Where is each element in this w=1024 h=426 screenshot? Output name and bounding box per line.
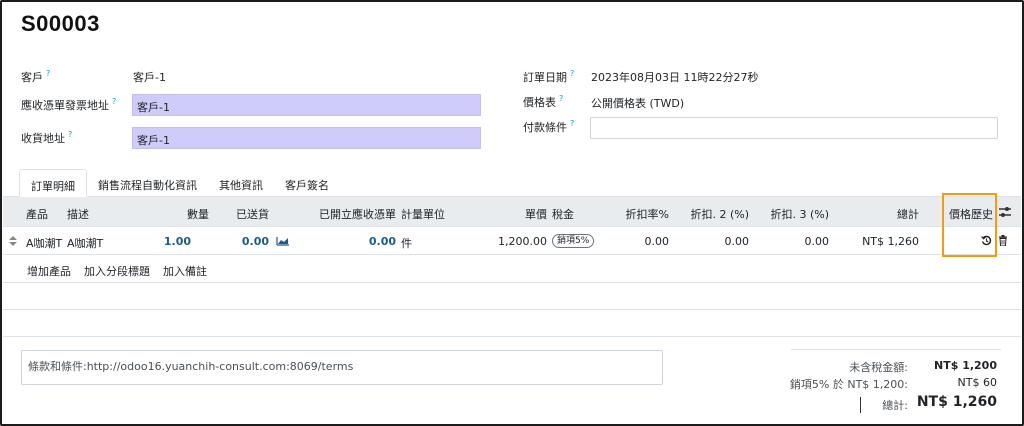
line-discount-pct[interactable]: 0.00 [603, 235, 670, 248]
annotation-highlight-box [942, 193, 997, 257]
invoice-address-field[interactable]: 客戶-1 [132, 94, 481, 116]
forecast-chart-icon[interactable] [276, 236, 290, 246]
help-icon[interactable]: ? [46, 69, 50, 78]
notebook-tabs: 訂單明細 銷售流程自動化資訊 其他資訊 客戶簽名 [19, 169, 340, 197]
payment-terms-label: 付款條件? [523, 119, 575, 134]
line-description[interactable]: A咖潮T [67, 235, 103, 251]
empty-row [3, 310, 1021, 337]
col-subtotal[interactable]: 總計 [843, 206, 919, 222]
delivery-address-label: 收貨地址? [21, 130, 73, 145]
line-quantity[interactable]: 1.00 [153, 235, 191, 248]
line-subtotal: NT$ 1,260 [862, 235, 919, 248]
invoice-address-label: 應收憑單發票地址? [21, 97, 117, 112]
delivery-address-field[interactable]: 客戶-1 [132, 127, 481, 149]
order-date-label: 訂單日期? [523, 69, 575, 84]
total-value: NT$ 1,260 [916, 394, 997, 410]
drag-handle-icon[interactable] [9, 236, 17, 246]
tab-sales-automation[interactable]: 銷售流程自動化資訊 [87, 169, 208, 197]
add-line-row: 增加產品 加入分段標題 加入備註 [3, 255, 1021, 283]
col-discount-2[interactable]: 折扣. 2 (%) [673, 206, 749, 222]
col-quantity[interactable]: 數量 [153, 206, 209, 222]
col-taxes[interactable]: 稅金 [552, 206, 574, 222]
order-title: S00003 [21, 11, 100, 36]
tab-order-lines[interactable]: 訂單明細 [19, 169, 87, 197]
tab-other-info[interactable]: 其他資訊 [208, 169, 274, 197]
line-tax[interactable]: 銷項5% [552, 233, 595, 248]
col-discount-pct[interactable]: 折扣率% [603, 206, 669, 222]
tab-customer-signature[interactable]: 客戶簽名 [274, 169, 340, 197]
payment-terms-field[interactable] [590, 117, 998, 139]
col-description[interactable]: 描述 [67, 206, 89, 222]
col-uom[interactable]: 計量單位 [401, 206, 445, 222]
table-row[interactable]: A咖潮T A咖潮T 1.00 0.00 0.00 件 1,200.00 銷項5%… [3, 227, 1021, 255]
col-discount-3[interactable]: 折扣. 3 (%) [753, 206, 829, 222]
order-lines-header: 產品 描述 數量 已送貨 已開立應收憑單 計量單位 單價 稅金 折扣率% 折扣.… [3, 197, 1021, 227]
add-product-link[interactable]: 增加產品 [27, 263, 71, 279]
line-product[interactable]: A咖潮T [26, 235, 62, 251]
pricelist-value[interactable]: 公開價格表 (TWD) [591, 95, 684, 111]
add-section-link[interactable]: 加入分段標題 [84, 263, 150, 279]
line-unit-price[interactable]: 1,200.00 [483, 235, 547, 248]
trash-icon[interactable] [998, 235, 1008, 246]
help-icon[interactable]: ? [570, 69, 574, 78]
help-icon[interactable]: ? [112, 97, 116, 106]
untaxed-amount-label: 未含稅金額: [849, 361, 908, 374]
order-date-value[interactable]: 2023年08月03日 11時22分27秒 [591, 69, 758, 85]
totals-divider [791, 349, 1001, 350]
empty-row [3, 283, 1021, 310]
col-unit-price[interactable]: 單價 [499, 206, 547, 222]
help-icon[interactable]: ? [68, 130, 72, 139]
help-icon[interactable]: ? [559, 94, 563, 103]
optional-columns-icon[interactable] [998, 206, 1012, 218]
line-invoiced[interactable]: 0.00 [293, 235, 396, 248]
customer-label: 客戶? [21, 69, 51, 84]
tax-amount-label: 銷項5% 於 NT$ 1,200: [789, 378, 908, 391]
line-discount-2[interactable]: 0.00 [673, 235, 750, 248]
pricelist-label: 價格表? [523, 94, 564, 109]
col-delivered[interactable]: 已送貨 [219, 206, 269, 222]
customer-value[interactable]: 客戶-1 [133, 69, 166, 85]
line-uom[interactable]: 件 [401, 235, 412, 251]
add-note-link[interactable]: 加入備註 [163, 263, 207, 279]
tax-amount-value: NT$ 60 [957, 376, 997, 389]
col-product[interactable]: 產品 [26, 206, 48, 222]
untaxed-amount-value: NT$ 1,200 [934, 359, 997, 372]
help-icon[interactable]: ? [570, 119, 574, 128]
line-discount-3[interactable]: 0.00 [753, 235, 830, 248]
terms-and-conditions-field[interactable]: 條款和條件:http://odoo16.yuanchih-consult.com… [21, 350, 663, 385]
line-delivered[interactable]: 0.00 [219, 235, 269, 248]
col-invoiced[interactable]: 已開立應收憑單 [293, 206, 396, 222]
tax-badge: 銷項5% [552, 234, 595, 248]
